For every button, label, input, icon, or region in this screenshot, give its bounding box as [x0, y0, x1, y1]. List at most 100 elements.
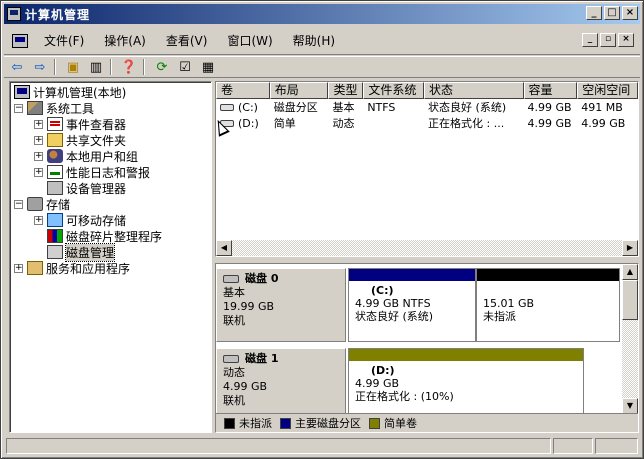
partition-status: 状态良好 (系统): [355, 310, 434, 323]
refresh-icon[interactable]: ⟳: [152, 58, 172, 76]
menu-help[interactable]: 帮助(H): [283, 32, 345, 49]
scroll-left-icon[interactable]: ◀: [216, 240, 232, 256]
tree-item-root[interactable]: 计算机管理(本地): [10, 84, 211, 100]
show-hide-tree-icon[interactable]: ▥: [86, 58, 106, 76]
tree-item-storage[interactable]: − 存储: [10, 196, 211, 212]
disk-view-vertical-scrollbar[interactable]: ▲ ▼: [622, 264, 638, 414]
volume-list-header: 卷 布局 类型 文件系统 状态 容量 空闲空间: [216, 82, 638, 99]
event-viewer-icon: [47, 117, 63, 131]
disk-name: 磁盘 1: [245, 352, 279, 365]
computer-management-icon: [7, 7, 21, 21]
tree-item-system-tools[interactable]: − 系统工具: [10, 100, 211, 116]
expand-icon[interactable]: +: [34, 119, 43, 129]
status-bar: [4, 436, 640, 456]
disk-icon: [223, 275, 239, 283]
tree-item-event-viewer[interactable]: + 事件查看器: [10, 116, 211, 132]
column-header-filesystem[interactable]: 文件系统: [363, 82, 425, 99]
expand-icon[interactable]: +: [34, 215, 43, 225]
expand-icon[interactable]: +: [34, 167, 43, 177]
menu-bar: 文件(F) 操作(A) 查看(V) 窗口(W) 帮助(H) _ ▫ ×: [4, 27, 640, 55]
column-header-status[interactable]: 状态: [424, 82, 524, 99]
scroll-right-icon[interactable]: ▶: [622, 240, 638, 256]
disk-status: 联机: [223, 394, 245, 407]
disk-graphical-view: 磁盘 0 基本 19.99 GB 联机 (C:) 4.99 GB NTFS 状态…: [215, 263, 639, 433]
removable-storage-icon: [47, 213, 63, 227]
column-header-type[interactable]: 类型: [328, 82, 364, 99]
tree-item-disk-management[interactable]: 磁盘管理: [10, 242, 211, 262]
tree-item-shared-folders[interactable]: + 共享文件夹: [10, 132, 211, 148]
disk-info[interactable]: 磁盘 0 基本 19.99 GB 联机: [216, 268, 346, 342]
properties-icon[interactable]: ☑: [175, 58, 195, 76]
minimize-button[interactable]: _: [586, 6, 602, 20]
maximize-button[interactable]: □: [604, 6, 620, 20]
disk-size: 4.99 GB: [223, 380, 268, 393]
child-restore-button[interactable]: ▫: [600, 33, 616, 47]
column-header-layout[interactable]: 布局: [269, 82, 329, 99]
table-row[interactable]: (D:) 简单 动态 正在格式化 : ... 4.99 GB 4.99 GB: [216, 115, 638, 131]
partition-detail: 4.99 GB: [355, 377, 400, 390]
scroll-thumb[interactable]: [622, 280, 638, 320]
status-panel-main: [6, 438, 552, 454]
tree-item-local-users[interactable]: + 本地用户和组: [10, 148, 211, 164]
toolbar-separator: [143, 59, 145, 75]
forward-icon[interactable]: ⇨: [30, 58, 50, 76]
status-panel-3: [595, 438, 638, 454]
column-header-capacity[interactable]: 容量: [523, 82, 578, 99]
help-icon[interactable]: ❓: [119, 58, 139, 76]
console-tree: 计算机管理(本地) − 系统工具 + 事件查看器 + 共享文件夹 + 本地用户和…: [9, 81, 212, 433]
volume-list-horizontal-scrollbar[interactable]: ◀ ▶: [216, 240, 638, 256]
volume-list: 卷 布局 类型 文件系统 状态 容量 空闲空间 (C:) 磁盘分区 基本 NTF…: [215, 81, 639, 257]
close-button[interactable]: ×: [622, 6, 638, 20]
mmc-icon[interactable]: [12, 33, 28, 48]
export-icon[interactable]: ▦: [198, 58, 218, 76]
collapse-icon[interactable]: −: [14, 103, 23, 113]
toolbar: ⇦ ⇨ ▣ ▥ ❓ ⟳ ☑ ▦: [4, 56, 640, 78]
disk-info[interactable]: 磁盘 1 动态 4.99 GB 联机: [216, 348, 346, 418]
child-minimize-button[interactable]: _: [582, 33, 598, 47]
partition-c[interactable]: (C:) 4.99 GB NTFS 状态良好 (系统): [348, 268, 476, 342]
toolbar-separator: [54, 59, 56, 75]
partition-d[interactable]: (D:) 4.99 GB 正在格式化 : (10%): [348, 348, 584, 418]
menu-action[interactable]: 操作(A): [94, 32, 156, 49]
child-close-button[interactable]: ×: [618, 33, 634, 47]
tree-item-device-manager[interactable]: 设备管理器: [10, 180, 211, 196]
legend-swatch-primary: [280, 417, 291, 429]
disk-row: 磁盘 0 基本 19.99 GB 联机 (C:) 4.99 GB NTFS 状态…: [216, 268, 622, 342]
column-header-free-space[interactable]: 空闲空间: [577, 82, 638, 99]
scroll-down-icon[interactable]: ▼: [622, 398, 638, 414]
disk-icon: [223, 355, 239, 363]
tree-item-defrag[interactable]: 磁盘碎片整理程序: [10, 228, 211, 244]
device-manager-icon: [47, 181, 63, 195]
performance-icon: [47, 165, 63, 179]
up-folder-icon[interactable]: ▣: [63, 58, 83, 76]
partition-name: (D:): [371, 364, 395, 377]
table-row[interactable]: (C:) 磁盘分区 基本 NTFS 状态良好 (系统) 4.99 GB 491 …: [216, 99, 638, 115]
tree-item-removable-storage[interactable]: + 可移动存储: [10, 212, 211, 228]
storage-icon: [27, 197, 43, 211]
computer-icon: [14, 85, 30, 99]
menu-file[interactable]: 文件(F): [34, 32, 94, 49]
toolbar-separator: [110, 59, 112, 75]
tree-item-services[interactable]: + 服务和应用程序: [10, 260, 211, 276]
volume-icon: [220, 104, 234, 111]
expand-icon[interactable]: +: [34, 151, 43, 161]
legend-label-simple: 简单卷: [384, 417, 417, 430]
expand-icon[interactable]: +: [14, 263, 23, 273]
tree-item-perf-logs[interactable]: + 性能日志和警报: [10, 164, 211, 180]
window-title: 计算机管理: [25, 7, 91, 22]
partition-unallocated[interactable]: 15.01 GB 未指派: [476, 268, 620, 342]
title-bar[interactable]: 计算机管理 _ □ ×: [4, 4, 640, 24]
shared-folder-icon: [47, 133, 63, 147]
legend: 未指派 主要磁盘分区 简单卷: [216, 413, 638, 432]
menu-window[interactable]: 窗口(W): [217, 32, 282, 49]
legend-swatch-simple: [369, 417, 380, 429]
column-header-volume[interactable]: 卷: [216, 82, 270, 99]
menu-view[interactable]: 查看(V): [156, 32, 218, 49]
back-icon[interactable]: ⇦: [7, 58, 27, 76]
status-panel-2: [553, 438, 594, 454]
disk-row: 磁盘 1 动态 4.99 GB 联机 (D:) 4.99 GB 正在格式化 : …: [216, 348, 622, 418]
scroll-up-icon[interactable]: ▲: [622, 264, 638, 280]
collapse-icon[interactable]: −: [14, 199, 23, 209]
partition-status: 未指派: [483, 310, 516, 323]
expand-icon[interactable]: +: [34, 135, 43, 145]
